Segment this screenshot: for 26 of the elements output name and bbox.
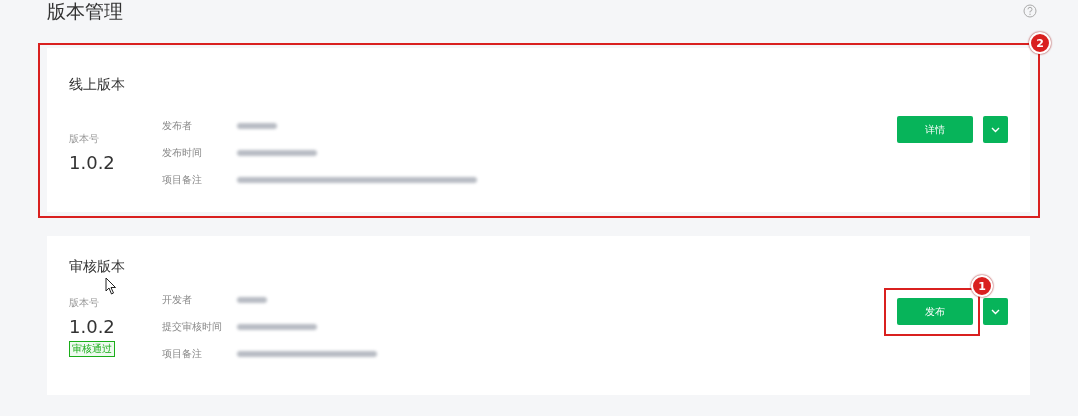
dropdown-button[interactable] bbox=[983, 116, 1008, 143]
help-icon[interactable] bbox=[1023, 4, 1037, 18]
redacted-text bbox=[237, 122, 277, 129]
annotation-badge: 2 bbox=[1029, 32, 1051, 54]
redacted-text bbox=[237, 296, 267, 303]
version-number: 1.0.2 bbox=[69, 152, 115, 173]
field-label: 发布者 bbox=[162, 119, 193, 133]
annotation-badge: 1 bbox=[971, 275, 993, 297]
dropdown-button[interactable] bbox=[983, 298, 1008, 325]
card-title: 审核版本 bbox=[69, 258, 125, 276]
field-label: 项目备注 bbox=[162, 173, 203, 187]
version-number: 1.0.2 bbox=[69, 316, 115, 337]
status-tag: 审核通过 bbox=[69, 341, 115, 357]
primary-button[interactable]: 详情 bbox=[897, 116, 973, 143]
chevron-down-icon bbox=[991, 308, 1000, 315]
card-title: 线上版本 bbox=[69, 76, 125, 94]
field-label: 发布时间 bbox=[162, 146, 203, 160]
chevron-down-icon bbox=[991, 126, 1000, 133]
version-label: 版本号 bbox=[69, 296, 99, 310]
version-label: 版本号 bbox=[69, 132, 99, 146]
field-label: 项目备注 bbox=[162, 347, 203, 361]
field-label: 开发者 bbox=[162, 293, 193, 307]
primary-button[interactable]: 发布 bbox=[897, 298, 973, 325]
page-title: 版本管理 bbox=[47, 0, 123, 22]
field-label: 提交审核时间 bbox=[162, 320, 223, 334]
cursor-icon bbox=[105, 277, 117, 295]
